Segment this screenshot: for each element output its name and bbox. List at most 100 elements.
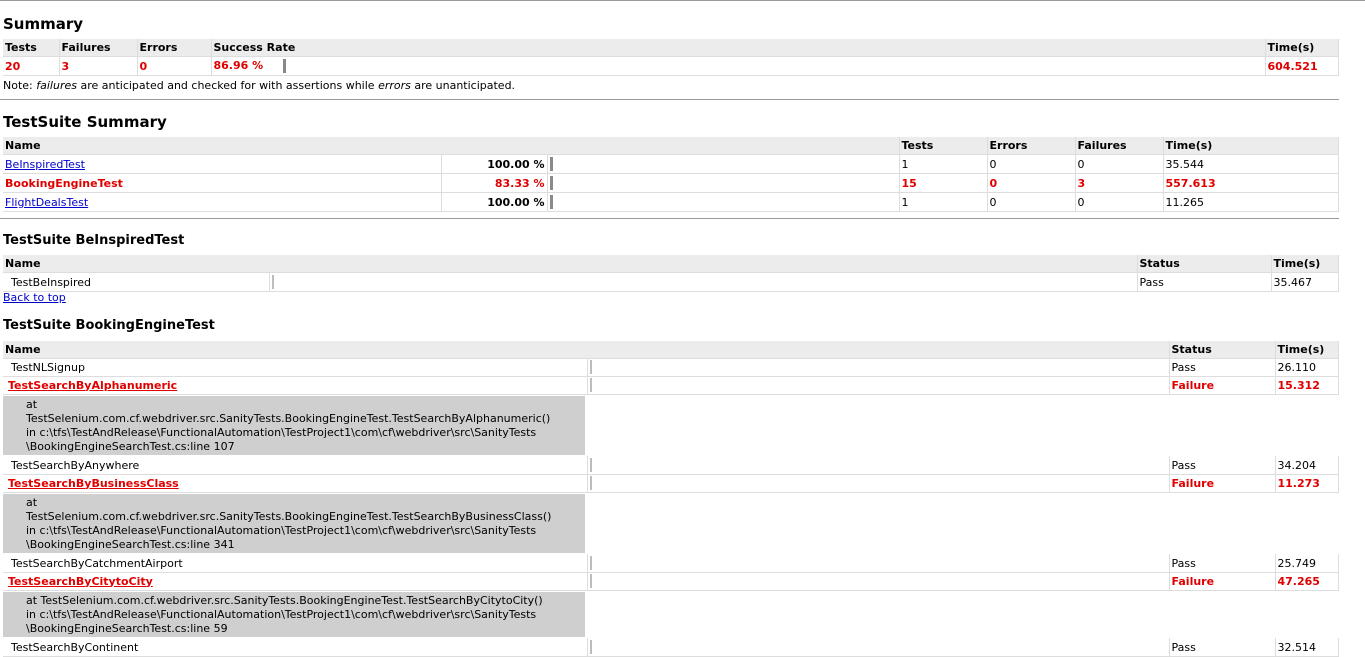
test-time: 15.312 (1275, 376, 1339, 395)
suite-link-beinspired[interactable]: BeInspiredTest (5, 158, 85, 171)
test-link-alphanumeric[interactable]: TestSearchByAlphanumeric (8, 379, 177, 392)
stack-trace: at TestSelenium.com.cf.webdriver.src.San… (3, 396, 585, 455)
test-status: Failure (1169, 572, 1276, 591)
test-row: TestSearchByCatchmentAirport Pass 25.749 (3, 554, 1339, 573)
test-time: 25.749 (1275, 554, 1339, 573)
suite-tests: 15 (899, 173, 988, 193)
suite-time: 11.265 (1163, 192, 1339, 212)
col-time: Time(s) (1271, 255, 1339, 273)
test-name: TestSearchByAnywhere (3, 456, 588, 475)
test-bar-cell (587, 474, 1170, 493)
test-bar-cell (587, 376, 1170, 395)
section-divider (0, 218, 1339, 219)
top-divider (0, 0, 1365, 1)
test-status: Pass (1169, 358, 1276, 377)
summary-tests: 20 (3, 56, 60, 76)
suite-failures: 0 (1075, 192, 1164, 212)
summary-failures: 3 (59, 56, 138, 76)
suite-rate-bar (549, 195, 553, 209)
col-success-rate: Success Rate (211, 39, 1266, 57)
test-time: 35.467 (1271, 272, 1339, 292)
test-row: TestBeInspired Pass 35.467 (3, 272, 1339, 292)
summary-success-rate: 86.96 % (211, 56, 1266, 76)
stack-trace: at TestSelenium.com.cf.webdriver.src.San… (3, 494, 585, 553)
test-time: 34.204 (1275, 456, 1339, 475)
test-name: TestBeInspired (3, 272, 270, 292)
suite-rate: 100.00 % (441, 192, 548, 212)
summary-row: 20 3 0 86.96 % 604.521 (3, 56, 1339, 76)
suite-rate-bar-cell (547, 154, 900, 174)
col-status: Status (1169, 341, 1276, 359)
test-bar-cell (587, 358, 1170, 377)
suite-tests: 1 (899, 192, 988, 212)
test-link-businessclass[interactable]: TestSearchByBusinessClass (8, 477, 179, 490)
col-name: Name (3, 255, 1138, 273)
booking-header-row: Name Status Time(s) (3, 341, 1339, 359)
test-bar-cell (587, 554, 1170, 573)
suite-rate-bar (549, 157, 553, 171)
test-bar (589, 476, 592, 490)
col-status: Status (1137, 255, 1272, 273)
col-time: Time(s) (1163, 137, 1339, 155)
test-row: TestSearchByContinent Pass 32.514 (3, 638, 1339, 657)
test-link-citytocity[interactable]: TestSearchByCitytoCity (8, 575, 153, 588)
test-row-failure: TestSearchByBusinessClass Failure 11.273 (3, 474, 1339, 493)
test-bar-cell (587, 638, 1170, 657)
suite-errors: 0 (987, 192, 1076, 212)
suite-errors: 0 (987, 173, 1076, 193)
summary-time: 604.521 (1265, 56, 1339, 76)
test-status: Pass (1169, 456, 1276, 475)
beinspired-table: Name Status Time(s) TestBeInspired Pass … (3, 255, 1339, 292)
test-bar (589, 360, 592, 374)
suite-tests: 1 (899, 154, 988, 174)
col-errors: Errors (987, 137, 1076, 155)
col-failures: Failures (1075, 137, 1164, 155)
suite-row-flightdeals: FlightDealsTest 100.00 % 1 0 0 11.265 (3, 192, 1339, 212)
test-name: TestSearchByContinent (3, 638, 588, 657)
test-bar (589, 378, 592, 392)
back-to-top-link[interactable]: Back to top (3, 291, 66, 304)
suite-booking-heading: TestSuite BookingEngineTest (3, 318, 215, 333)
test-bar (589, 458, 592, 472)
section-divider (0, 99, 1339, 100)
test-status: Failure (1169, 474, 1276, 493)
stack-trace: at TestSelenium.com.cf.webdriver.src.San… (3, 592, 585, 637)
suite-summary-table: Name Tests Errors Failures Time(s) BeIns… (3, 137, 1339, 212)
suite-rate-bar-cell (547, 192, 900, 212)
test-bar (589, 574, 592, 588)
test-name: TestNLSignup (3, 358, 588, 377)
suite-row-bookingengine: BookingEngineTest 83.33 % 15 0 3 557.613 (3, 173, 1339, 193)
suite-summary-heading: TestSuite Summary (3, 113, 167, 131)
success-rate-value: 86.96 % (213, 59, 264, 72)
test-time: 32.514 (1275, 638, 1339, 657)
test-status: Pass (1137, 272, 1272, 292)
test-bar (589, 556, 592, 570)
suite-summary-header-row: Name Tests Errors Failures Time(s) (3, 137, 1339, 155)
booking-header-table: Name Status Time(s) (3, 341, 1339, 359)
test-bar-cell (587, 456, 1170, 475)
col-name: Name (3, 341, 1170, 359)
success-rate-bar (283, 59, 287, 73)
summary-table: Tests Failures Errors Success Rate Time(… (3, 39, 1339, 76)
suite-errors: 0 (987, 154, 1076, 174)
suite-time: 35.544 (1163, 154, 1339, 174)
test-name: TestSearchByCatchmentAirport (3, 554, 588, 573)
col-time: Time(s) (1265, 39, 1339, 57)
suite-rate: 83.33 % (441, 173, 548, 193)
beinspired-header-row: Name Status Time(s) (3, 255, 1339, 273)
suite-name-bookingengine: BookingEngineTest (3, 173, 442, 193)
test-bar-cell (587, 572, 1170, 591)
col-name: Name (3, 137, 900, 155)
col-time: Time(s) (1275, 341, 1339, 359)
suite-time: 557.613 (1163, 173, 1339, 193)
suite-failures: 0 (1075, 154, 1164, 174)
test-row: TestNLSignup Pass 26.110 (3, 358, 1339, 377)
test-time: 26.110 (1275, 358, 1339, 377)
test-status: Pass (1169, 638, 1276, 657)
suite-rate-bar-cell (547, 173, 900, 193)
test-bar (589, 640, 592, 654)
test-time: 11.273 (1275, 474, 1339, 493)
test-time: 47.265 (1275, 572, 1339, 591)
suite-link-flightdeals[interactable]: FlightDealsTest (5, 196, 88, 209)
summary-header-row: Tests Failures Errors Success Rate Time(… (3, 39, 1339, 57)
